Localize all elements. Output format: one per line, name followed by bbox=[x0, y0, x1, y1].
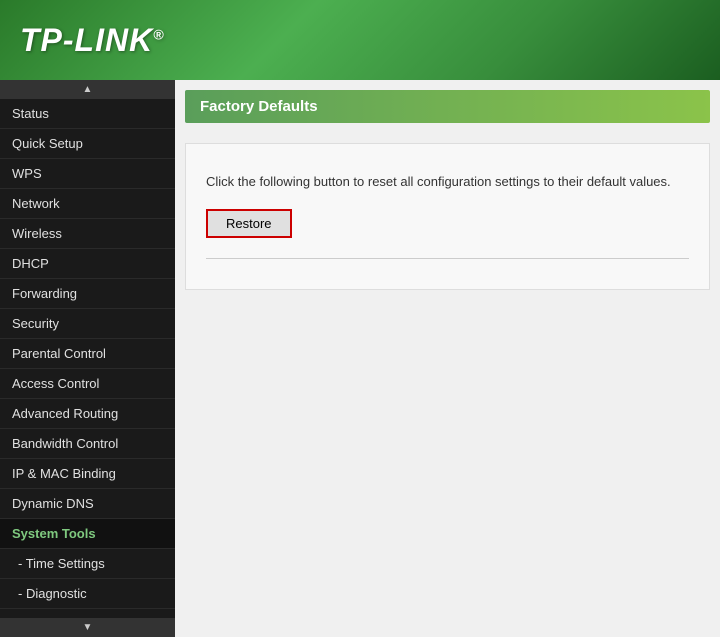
sidebar-item-parental-control[interactable]: Parental Control bbox=[0, 339, 175, 369]
sidebar-item-system-tools: System Tools bbox=[0, 519, 175, 549]
sidebar-item-dynamic-dns[interactable]: Dynamic DNS bbox=[0, 489, 175, 519]
sidebar-scroll-up[interactable]: ▲ bbox=[0, 80, 175, 99]
sidebar-scroll-down[interactable]: ▼ bbox=[0, 618, 175, 637]
sidebar-item-wps[interactable]: WPS bbox=[0, 159, 175, 189]
sidebar-item-forwarding[interactable]: Forwarding bbox=[0, 279, 175, 309]
sidebar-item-ip-mac-binding[interactable]: IP & MAC Binding bbox=[0, 459, 175, 489]
sidebar-item-time-settings[interactable]: - Time Settings bbox=[0, 549, 175, 579]
header: TP-LINK® bbox=[0, 0, 720, 80]
sidebar-item-access-control[interactable]: Access Control bbox=[0, 369, 175, 399]
description-text: Click the following button to reset all … bbox=[206, 174, 689, 189]
restore-button[interactable]: Restore bbox=[206, 209, 292, 238]
divider bbox=[206, 258, 689, 259]
sidebar-item-wireless[interactable]: Wireless bbox=[0, 219, 175, 249]
sidebar-item-security[interactable]: Security bbox=[0, 309, 175, 339]
content-box: Click the following button to reset all … bbox=[185, 143, 710, 290]
sidebar-item-dhcp[interactable]: DHCP bbox=[0, 249, 175, 279]
sidebar-item-firmware-upgrade[interactable]: - Firmware Upgrade bbox=[0, 609, 175, 618]
sidebar-item-status[interactable]: Status bbox=[0, 99, 175, 129]
sidebar-item-quick-setup[interactable]: Quick Setup bbox=[0, 129, 175, 159]
logo-symbol: ® bbox=[153, 26, 164, 42]
body-area: ▲ StatusQuick SetupWPSNetworkWirelessDHC… bbox=[0, 80, 720, 637]
main-content: Factory Defaults Click the following but… bbox=[175, 80, 720, 637]
sidebar-item-advanced-routing[interactable]: Advanced Routing bbox=[0, 399, 175, 429]
logo-text: TP-LINK bbox=[20, 22, 153, 58]
page-title: Factory Defaults bbox=[185, 90, 710, 123]
sidebar: ▲ StatusQuick SetupWPSNetworkWirelessDHC… bbox=[0, 80, 175, 637]
sidebar-item-network[interactable]: Network bbox=[0, 189, 175, 219]
sidebar-item-bandwidth-control[interactable]: Bandwidth Control bbox=[0, 429, 175, 459]
sidebar-scroll-area: StatusQuick SetupWPSNetworkWirelessDHCPF… bbox=[0, 99, 175, 618]
sidebar-item-diagnostic[interactable]: - Diagnostic bbox=[0, 579, 175, 609]
logo: TP-LINK® bbox=[20, 22, 165, 59]
